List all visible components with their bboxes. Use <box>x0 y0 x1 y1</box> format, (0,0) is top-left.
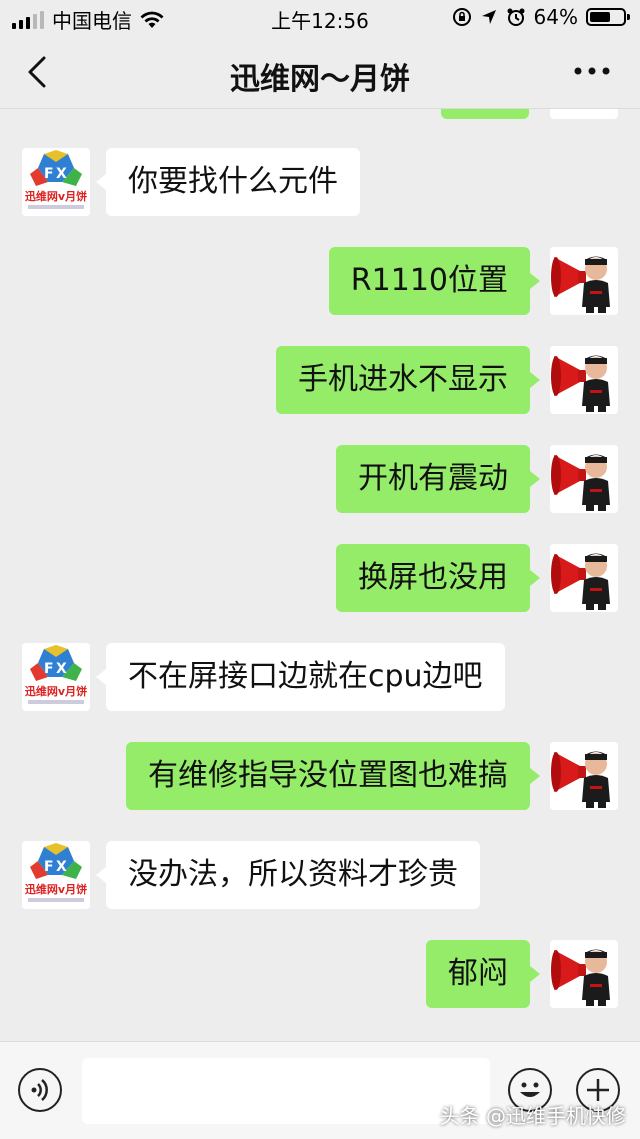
svg-text:迅维网v月饼: 迅维网v月饼 <box>25 882 87 896</box>
contact-avatar[interactable]: F X 迅维网v月饼 <box>22 643 90 711</box>
my-avatar[interactable] <box>550 346 618 414</box>
megaphone-man-icon <box>550 940 618 1008</box>
sent-message-bubble[interactable]: R1110位置 <box>328 247 541 315</box>
watermark: 头条 @迅维手机快修 <box>439 1104 626 1128</box>
my-avatar[interactable] <box>550 445 618 513</box>
chat-area[interactable]: F X 迅维网v月饼 你要找什么元件 R1110位置 手机进水不显示 开机有震动 换屏也没用 F… <box>0 109 640 1041</box>
megaphone-man-icon <box>550 544 618 612</box>
megaphone-man-icon <box>550 247 618 315</box>
input-bar: 头条 @迅维手机快修 <box>0 1041 640 1139</box>
svg-text:迅维网v月饼: 迅维网v月饼 <box>25 684 87 698</box>
partial-message-bubble <box>441 109 529 119</box>
chat-title: 迅维网～月饼 <box>230 62 410 97</box>
megaphone-man-icon <box>550 742 618 810</box>
svg-text:X: X <box>56 661 67 677</box>
svg-text:F: F <box>44 859 54 875</box>
sent-message-bubble[interactable]: 手机进水不显示 <box>276 346 540 414</box>
voice-button[interactable] <box>18 1068 62 1112</box>
more-dots-icon <box>574 67 610 75</box>
partial-avatar <box>550 109 618 119</box>
contact-avatar[interactable]: F X 迅维网v月饼 <box>22 841 90 909</box>
logo-icon: F X 迅维网v月饼 <box>22 643 90 711</box>
orientation-lock-icon <box>452 8 471 26</box>
received-message-bubble[interactable]: 没办法，所以资料才珍贵 <box>96 841 480 909</box>
megaphone-man-icon <box>550 346 618 414</box>
svg-text:X: X <box>56 859 67 875</box>
status-right: 64% <box>452 5 630 29</box>
logo-icon: F X 迅维网v月饼 <box>22 841 90 909</box>
contact-avatar[interactable]: F X 迅维网v月饼 <box>22 148 90 216</box>
my-avatar[interactable] <box>550 544 618 612</box>
svg-text:X: X <box>56 166 67 182</box>
alarm-icon <box>507 8 525 26</box>
svg-text:F: F <box>44 166 54 182</box>
sent-message-bubble[interactable]: 有维修指导没位置图也难搞 <box>126 742 540 810</box>
sent-message-bubble[interactable]: 换屏也没用 <box>336 544 540 612</box>
my-avatar[interactable] <box>550 940 618 1008</box>
sent-message-bubble[interactable]: 郁闷 <box>426 940 540 1008</box>
more-button[interactable] <box>572 56 612 86</box>
my-avatar[interactable] <box>550 742 618 810</box>
battery-icon <box>586 8 630 26</box>
battery-fill <box>590 12 611 22</box>
svg-text:F: F <box>44 661 54 677</box>
location-icon <box>481 10 496 24</box>
nav-bar: 迅维网～月饼 <box>0 36 640 109</box>
status-bar: 中国电信 上午12:56 64% <box>0 0 640 36</box>
received-message-bubble[interactable]: 不在屏接口边就在cpu边吧 <box>96 643 505 711</box>
sent-message-bubble[interactable]: 开机有震动 <box>336 445 540 513</box>
megaphone-man-icon <box>550 445 618 513</box>
voice-icon <box>31 1079 48 1101</box>
received-message-bubble[interactable]: 你要找什么元件 <box>96 148 360 216</box>
logo-icon: F X 迅维网v月饼 <box>22 148 90 216</box>
battery-percent: 64% <box>533 5 578 29</box>
my-avatar[interactable] <box>550 247 618 315</box>
message-input[interactable] <box>82 1058 490 1124</box>
svg-text:迅维网v月饼: 迅维网v月饼 <box>25 189 87 203</box>
